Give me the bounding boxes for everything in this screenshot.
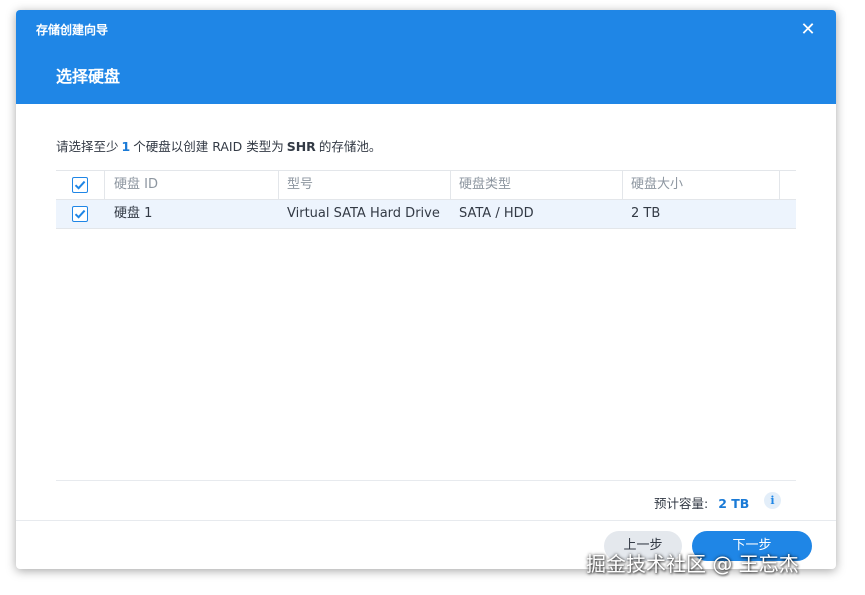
step-title: 选择硬盘 [56,67,121,86]
instruction-part2: 个硬盘以创建 RAID 类型为 [133,139,284,154]
row-checkbox[interactable] [72,206,88,222]
dialog-header: 存储创建向导 ✕ 选择硬盘 [16,10,836,104]
capacity-value: 2 TB [718,496,750,511]
checkmark-icon [74,209,86,219]
cell-disk-size: 2 TB [631,206,661,221]
info-icon[interactable]: i [764,492,781,509]
capacity-label: 预计容量: [654,496,709,511]
min-disk-count: 1 [121,139,131,154]
disk-table: 硬盘 ID 型号 硬盘类型 硬盘大小 硬盘 1 Virtual SATA Har… [56,170,796,229]
cell-model: Virtual SATA Hard Drive [287,206,440,221]
divider [16,520,836,521]
column-divider [450,171,451,199]
column-divider [104,171,105,199]
estimated-capacity: 预计容量: 2 TB [654,493,749,512]
cell-disk-type: SATA / HDD [459,206,534,221]
divider [56,480,796,481]
watermark: 掘金技术社区 @ 王忘杰 [586,552,799,576]
column-divider [622,171,623,199]
column-header-disk-size[interactable]: 硬盘大小 [631,171,683,199]
table-header: 硬盘 ID 型号 硬盘类型 硬盘大小 [56,170,796,200]
close-icon[interactable]: ✕ [796,18,820,42]
instruction-part1: 请选择至少 [56,139,119,154]
wizard-title: 存储创建向导 [36,23,109,37]
checkmark-icon [74,180,86,190]
column-header-disk-id[interactable]: 硬盘 ID [114,171,158,199]
cell-disk-id: 硬盘 1 [114,206,153,221]
raid-type: SHR [286,139,316,154]
storage-wizard-dialog: 存储创建向导 ✕ 选择硬盘 请选择至少 1 个硬盘以创建 RAID 类型为 SHR 的存… [16,10,836,569]
column-divider [779,171,780,199]
table-row[interactable]: 硬盘 1 Virtual SATA Hard Drive SATA / HDD … [56,200,796,229]
column-header-model[interactable]: 型号 [287,171,313,199]
column-divider [278,171,279,199]
instruction-text: 请选择至少 1 个硬盘以创建 RAID 类型为 SHR 的存储池。 [56,136,381,155]
column-header-disk-type[interactable]: 硬盘类型 [459,171,511,199]
select-all-checkbox[interactable] [72,177,88,193]
instruction-part3: 的存储池。 [318,139,382,154]
